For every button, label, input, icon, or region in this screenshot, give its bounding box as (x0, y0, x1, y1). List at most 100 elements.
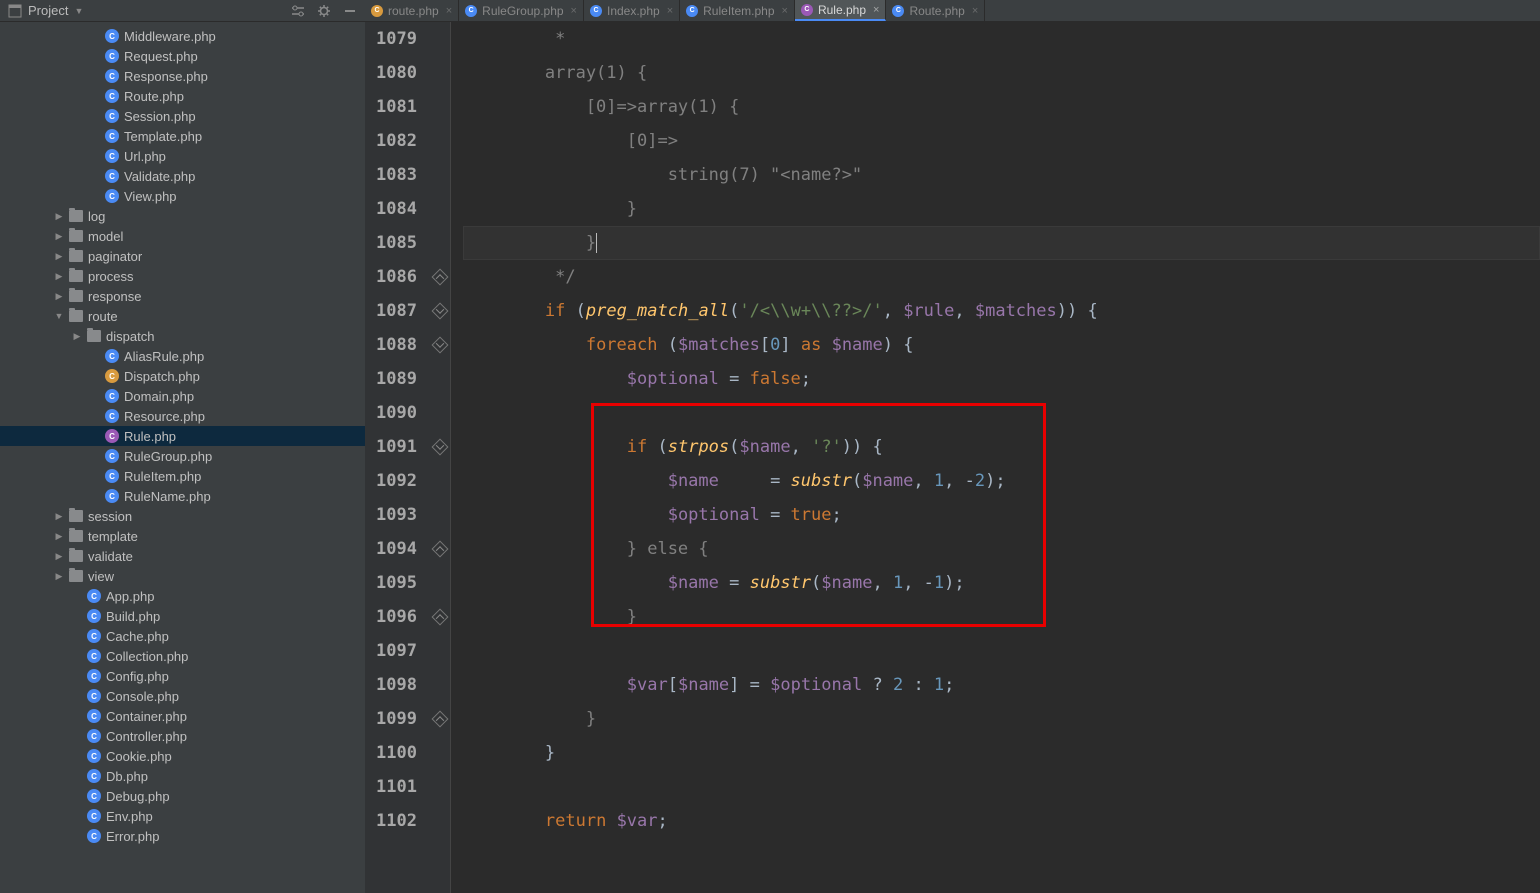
fold-gutter[interactable] (431, 22, 451, 893)
tree-file[interactable]: CDispatch.php (0, 366, 365, 386)
tree-file[interactable]: CUrl.php (0, 146, 365, 166)
code-line[interactable]: } (463, 226, 1540, 260)
php-file-icon: C (87, 809, 101, 823)
tree-file[interactable]: CRuleItem.php (0, 466, 365, 486)
fold-toggle-icon[interactable] (432, 439, 449, 456)
code-line[interactable]: if (preg_match_all('/<\\w+\\??>/', $rule… (463, 294, 1540, 328)
code-line[interactable] (463, 634, 1540, 668)
tree-file[interactable]: CRuleGroup.php (0, 446, 365, 466)
tree-file[interactable]: CMiddleware.php (0, 26, 365, 46)
tree-file[interactable]: CDebug.php (0, 786, 365, 806)
code-line[interactable]: } (463, 192, 1540, 226)
code-line[interactable]: */ (463, 260, 1540, 294)
close-icon[interactable]: × (444, 5, 452, 17)
tree-file[interactable]: CConfig.php (0, 666, 365, 686)
tree-file[interactable]: CRoute.php (0, 86, 365, 106)
code-line[interactable]: $name = substr($name, 1, -1); (463, 566, 1540, 600)
project-tree[interactable]: CMiddleware.phpCRequest.phpCResponse.php… (0, 22, 365, 893)
tree-folder[interactable]: ▼route (0, 306, 365, 326)
collapse-icon[interactable] (343, 4, 357, 18)
chevron-icon: ▶ (54, 271, 64, 282)
close-icon[interactable]: × (780, 5, 788, 17)
editor-tab[interactable]: CRuleGroup.php× (459, 0, 584, 21)
tree-file[interactable]: CRuleName.php (0, 486, 365, 506)
code-line[interactable] (463, 770, 1540, 804)
gear-icon[interactable] (317, 4, 331, 18)
tree-file[interactable]: CError.php (0, 826, 365, 846)
tree-folder[interactable]: ▶process (0, 266, 365, 286)
tree-file[interactable]: CController.php (0, 726, 365, 746)
chevron-icon: ▶ (54, 291, 64, 302)
editor-tab[interactable]: CRule.php× (795, 0, 886, 21)
code-content[interactable]: * array(1) { [0]=>array(1) { [0]=> strin… (451, 22, 1540, 893)
code-line[interactable]: } (463, 702, 1540, 736)
folder-icon (69, 310, 83, 322)
close-icon[interactable]: × (569, 5, 577, 17)
tree-file[interactable]: CRule.php (0, 426, 365, 446)
code-line[interactable] (463, 396, 1540, 430)
tree-file[interactable]: CConsole.php (0, 686, 365, 706)
php-file-icon: C (105, 69, 119, 83)
code-line[interactable]: } (463, 600, 1540, 634)
tree-folder[interactable]: ▶dispatch (0, 326, 365, 346)
editor-tab[interactable]: CRoute.php× (886, 0, 985, 21)
close-icon[interactable]: × (970, 5, 978, 17)
tree-item-label: validate (88, 549, 133, 564)
tree-folder[interactable]: ▶template (0, 526, 365, 546)
tree-file[interactable]: CDomain.php (0, 386, 365, 406)
code-line[interactable]: $name = substr($name, 1, -2); (463, 464, 1540, 498)
tree-file[interactable]: CApp.php (0, 586, 365, 606)
tree-file[interactable]: CResponse.php (0, 66, 365, 86)
code-line[interactable]: } else { (463, 532, 1540, 566)
fold-toggle-icon[interactable] (432, 711, 449, 728)
fold-toggle-icon[interactable] (432, 269, 449, 286)
tree-file[interactable]: CEnv.php (0, 806, 365, 826)
code-line[interactable]: return $var; (463, 804, 1540, 838)
tree-file[interactable]: CResource.php (0, 406, 365, 426)
tree-file[interactable]: CTemplate.php (0, 126, 365, 146)
close-icon[interactable]: × (871, 4, 879, 16)
fold-toggle-icon[interactable] (432, 303, 449, 320)
code-line[interactable]: [0]=>array(1) { (463, 90, 1540, 124)
code-line[interactable]: $optional = true; (463, 498, 1540, 532)
settings-toggle-icon[interactable] (291, 5, 305, 17)
code-line[interactable]: array(1) { (463, 56, 1540, 90)
tree-folder[interactable]: ▶response (0, 286, 365, 306)
project-selector[interactable]: Project ▼ (8, 3, 83, 18)
code-line[interactable]: $optional = false; (463, 362, 1540, 396)
tree-file[interactable]: CRequest.php (0, 46, 365, 66)
tree-folder[interactable]: ▶paginator (0, 246, 365, 266)
tree-file[interactable]: CCookie.php (0, 746, 365, 766)
chevron-icon: ▶ (54, 251, 64, 262)
fold-toggle-icon[interactable] (432, 337, 449, 354)
code-line[interactable]: * (463, 22, 1540, 56)
tree-folder[interactable]: ▶session (0, 506, 365, 526)
tree-file[interactable]: CCache.php (0, 626, 365, 646)
editor-tab[interactable]: CIndex.php× (584, 0, 680, 21)
tree-file[interactable]: CContainer.php (0, 706, 365, 726)
editor-area[interactable]: 1079108010811082108310841085108610871088… (365, 22, 1540, 893)
tree-file[interactable]: CSession.php (0, 106, 365, 126)
fold-toggle-icon[interactable] (432, 541, 449, 558)
editor-tab[interactable]: Croute.php× (365, 0, 459, 21)
tree-folder[interactable]: ▶view (0, 566, 365, 586)
tree-file[interactable]: CAliasRule.php (0, 346, 365, 366)
code-line[interactable]: if (strpos($name, '?')) { (463, 430, 1540, 464)
tree-item-label: session (88, 509, 132, 524)
tree-folder[interactable]: ▶model (0, 226, 365, 246)
code-line[interactable]: } (463, 736, 1540, 770)
code-line[interactable]: foreach ($matches[0] as $name) { (463, 328, 1540, 362)
fold-toggle-icon[interactable] (432, 609, 449, 626)
editor-tab[interactable]: CRuleItem.php× (680, 0, 795, 21)
tree-file[interactable]: CBuild.php (0, 606, 365, 626)
tree-file[interactable]: CCollection.php (0, 646, 365, 666)
tree-file[interactable]: CView.php (0, 186, 365, 206)
code-line[interactable]: $var[$name] = $optional ? 2 : 1; (463, 668, 1540, 702)
tree-folder[interactable]: ▶log (0, 206, 365, 226)
code-line[interactable]: string(7) "<name?>" (463, 158, 1540, 192)
tree-file[interactable]: CDb.php (0, 766, 365, 786)
close-icon[interactable]: × (665, 5, 673, 17)
tree-file[interactable]: CValidate.php (0, 166, 365, 186)
tree-folder[interactable]: ▶validate (0, 546, 365, 566)
code-line[interactable]: [0]=> (463, 124, 1540, 158)
